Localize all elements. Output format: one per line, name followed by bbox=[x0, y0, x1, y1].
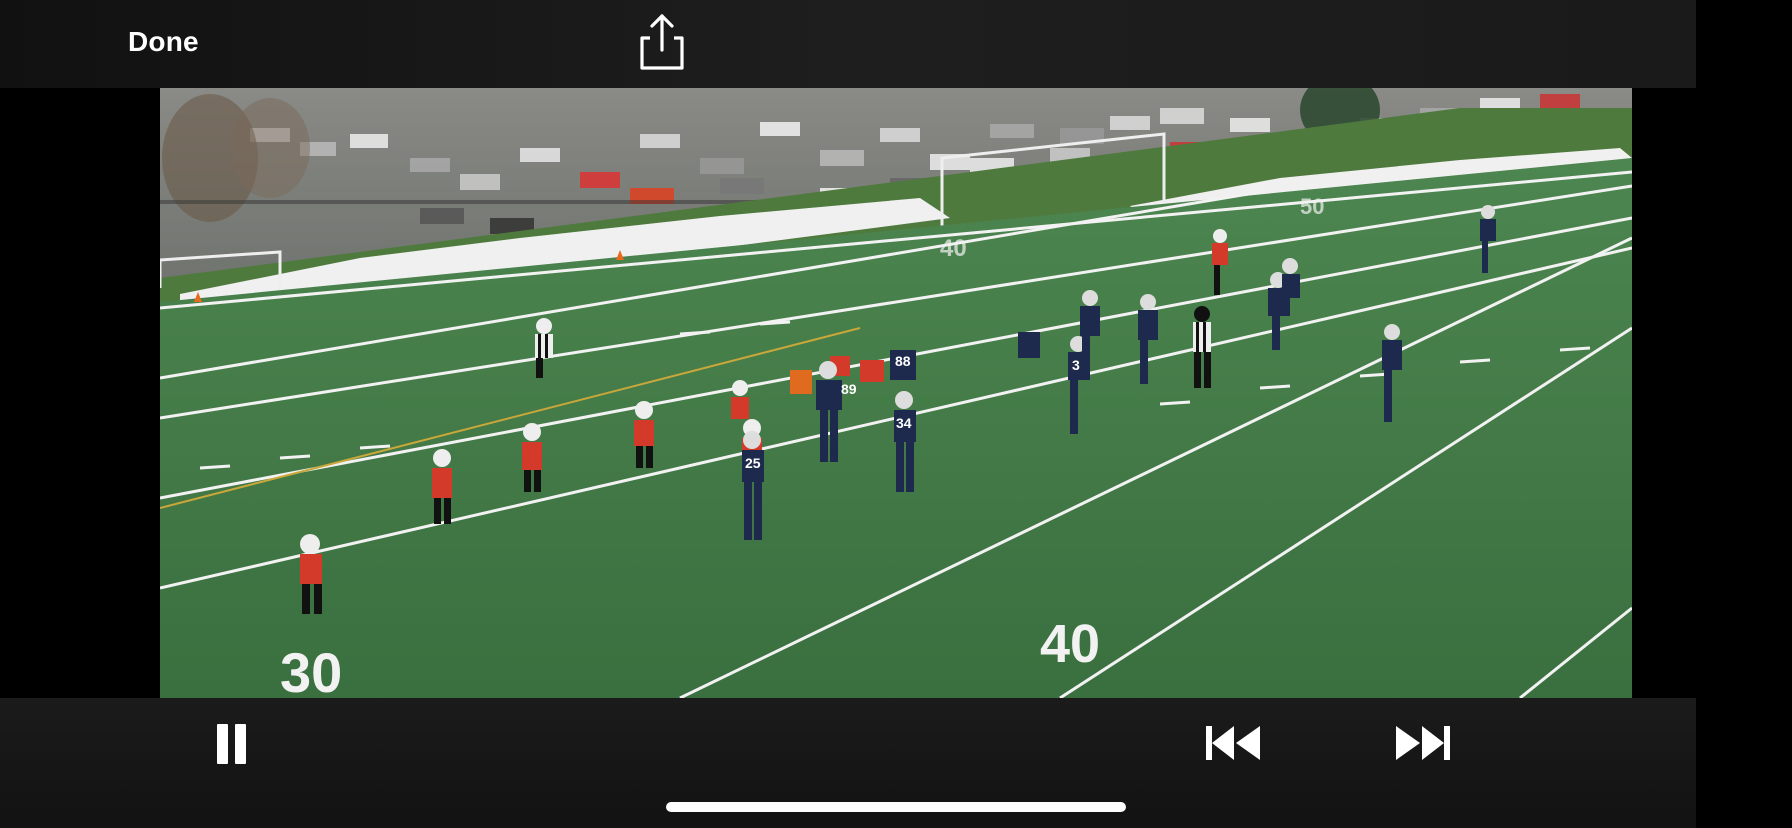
field-number-50-far: 50 bbox=[1300, 194, 1324, 219]
football-field-video: 30 40 40 50 89 88 25 34 3 bbox=[160, 88, 1632, 698]
pause-icon[interactable] bbox=[214, 724, 250, 764]
right-letterbox bbox=[1696, 0, 1792, 828]
video-frame[interactable]: 30 40 40 50 89 88 25 34 3 bbox=[160, 88, 1632, 698]
jersey-number-25: 25 bbox=[745, 455, 761, 471]
skip-forward-icon[interactable] bbox=[1392, 722, 1452, 764]
home-indicator[interactable] bbox=[666, 802, 1126, 812]
share-icon[interactable] bbox=[636, 12, 688, 72]
jersey-number-34: 34 bbox=[896, 415, 912, 431]
skip-back-icon[interactable] bbox=[1204, 722, 1264, 764]
video-player-screen: 30 40 40 50 89 88 25 34 3 Done bbox=[0, 0, 1792, 828]
done-button[interactable]: Done bbox=[128, 26, 199, 58]
jersey-number-88: 88 bbox=[895, 353, 911, 369]
field-number-30: 30 bbox=[280, 641, 342, 698]
jersey-number-89: 89 bbox=[841, 381, 857, 397]
field-number-40: 40 bbox=[1040, 614, 1100, 674]
field-number-40-far: 40 bbox=[940, 235, 967, 262]
top-bar: Done bbox=[0, 0, 1696, 88]
jersey-number-3: 3 bbox=[1072, 357, 1080, 373]
